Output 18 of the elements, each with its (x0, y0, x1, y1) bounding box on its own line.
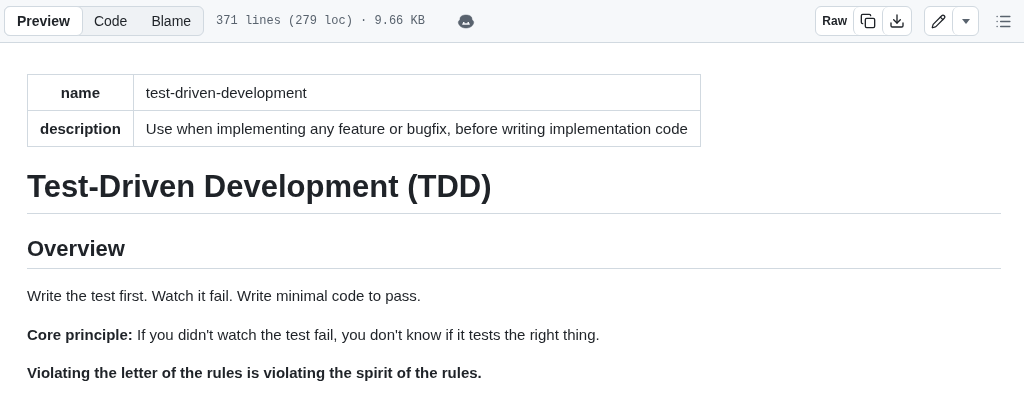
pencil-icon (931, 13, 946, 29)
table-cell: test-driven-development (133, 74, 701, 111)
paragraph: Write the test first. Watch it fail. Write minimal code to pass. (27, 286, 422, 306)
paragraph: Core principle: If you didn't watch the test fail, you don't know if it tests the right thing. (27, 324, 601, 345)
file-info: 371 lines (279 loc) · 9.66 KB (216, 14, 425, 28)
raw-button[interactable]: Raw (816, 7, 853, 35)
paragraph: Violating the letter of the rules is violating the spirit of the rules. (27, 363, 483, 383)
copy-icon (860, 13, 876, 29)
page-heading: Test-Driven Development (TDD) (27, 169, 1001, 214)
table-cell: Use when implementing any feature or bugfix, before writing implementation code (133, 110, 701, 147)
caret-icon (961, 18, 970, 24)
table-header-cell: name (27, 74, 134, 111)
download-icon (889, 13, 905, 29)
view-tab[interactable]: Code (80, 6, 141, 36)
section-heading: Overview (27, 236, 1001, 269)
view-tab[interactable]: Preview (4, 6, 83, 36)
view-tab[interactable]: Blame (138, 6, 205, 36)
table-header-cell: description (27, 110, 134, 147)
